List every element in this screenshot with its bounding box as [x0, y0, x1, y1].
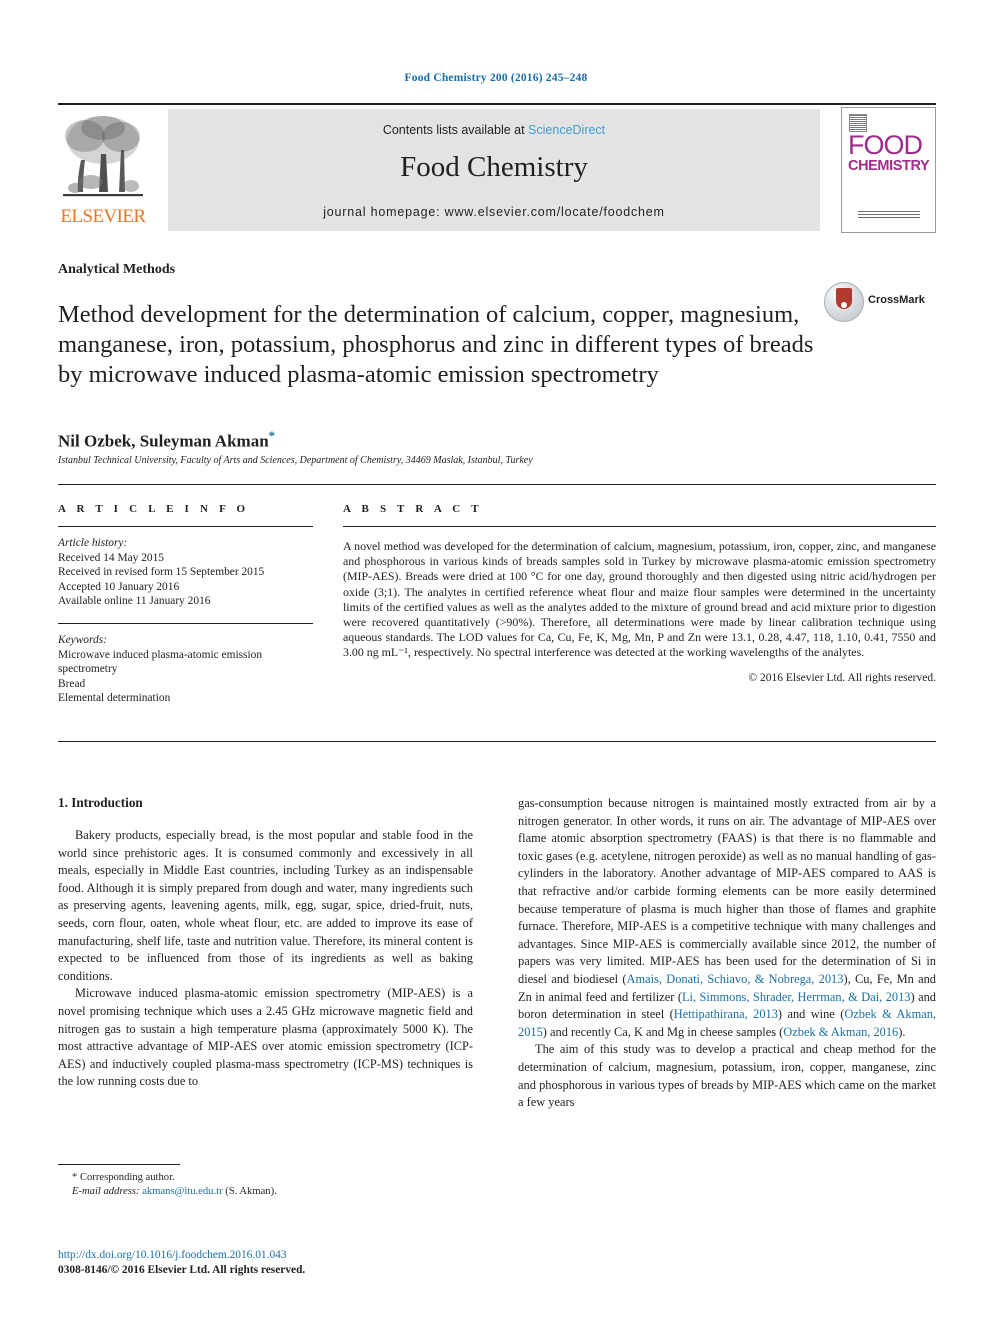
keywords-label: Keywords:: [58, 633, 107, 646]
doi-link[interactable]: http://dx.doi.org/10.1016/j.foodchem.201…: [58, 1248, 473, 1263]
history-item: Received in revised form 15 September 20…: [58, 566, 265, 579]
corresponding-author-note: * Corresponding author.: [72, 1172, 175, 1183]
body-paragraph-with-citations: gas-consumption because nitrogen is main…: [518, 795, 936, 1041]
info-bottom-rule: [58, 741, 936, 742]
sciencedirect-link[interactable]: ScienceDirect: [528, 123, 605, 137]
crossmark-circle-icon: [824, 282, 864, 322]
info-top-rule: [58, 484, 936, 485]
corresponding-author-marker: *: [268, 428, 276, 443]
elsevier-logo: ELSEVIER: [58, 110, 148, 230]
journal-title: Food Chemistry: [400, 151, 588, 183]
running-head: Food Chemistry 200 (2016) 245–248: [404, 72, 588, 84]
body-paragraph: The aim of this study was to develop a p…: [518, 1042, 936, 1110]
footnote-rule: [58, 1164, 180, 1165]
email-note: E-mail address: akmans@itu.edu.tr (S. Ak…: [58, 1185, 473, 1199]
article-info-rule: [58, 526, 313, 527]
issn-copyright-line: 0308-8146/© 2016 Elsevier Ltd. All right…: [58, 1263, 306, 1276]
history-item: Available online 11 January 2016: [58, 595, 211, 608]
citation-link[interactable]: Ozbek & Akman, 2016: [783, 1025, 898, 1039]
article-history-label: Article history:: [58, 537, 128, 549]
keyword-item: Elemental determination: [58, 692, 171, 705]
paragraph-text: ).: [898, 1024, 906, 1039]
crossmark-shield-icon: [836, 288, 852, 309]
abstract-text: A novel method was developed for the det…: [343, 539, 936, 660]
contents-lists-text: Contents lists available at: [382, 123, 529, 137]
journal-cover-thumbnail: FOOD CHEMISTRY: [841, 107, 936, 233]
author-names: Nil Ozbek, Suleyman Akman: [58, 431, 269, 451]
cover-title-food: FOOD: [848, 130, 923, 160]
keyword-item: Microwave induced plasma-atomic emission…: [58, 648, 263, 676]
elsevier-tree-icon: [63, 116, 143, 197]
footnote-block: * Corresponding author. E-mail address: …: [58, 1164, 473, 1199]
history-item: Received 14 May 2015: [58, 551, 164, 564]
email-link[interactable]: akmans@itu.edu.tr: [142, 1186, 222, 1197]
citation-link[interactable]: Amais, Donati, Schiavo, & Nobrega, 2013: [627, 972, 844, 986]
article-info-heading: A R T I C L E I N F O: [58, 503, 250, 515]
abstract-rule: [343, 526, 936, 527]
abstract-column: A B S T R A C T A novel method was devel…: [343, 503, 936, 684]
crossmark-badge[interactable]: CrossMark: [824, 282, 936, 322]
keywords-block: Keywords: Microwave induced plasma-atomi…: [58, 633, 313, 706]
abstract-heading: A B S T R A C T: [343, 503, 483, 515]
paragraph-text: ) and wine (: [777, 1007, 845, 1022]
article-history: Article history: Received 14 May 2015 Re…: [58, 536, 313, 609]
cover-footer-lines: [858, 211, 920, 220]
contents-lists-line: Contents lists available at ScienceDirec…: [168, 123, 820, 137]
email-suffix: (S. Akman).: [225, 1186, 277, 1197]
email-label: E-mail address:: [72, 1186, 140, 1197]
history-item: Accepted 10 January 2016: [58, 580, 180, 593]
introduction-heading: 1. Introduction: [58, 795, 143, 810]
paragraph-text: ) and recently Ca, K and Mg in cheese sa…: [542, 1024, 784, 1039]
author-list: Nil Ozbek, Suleyman Akman*: [58, 428, 275, 452]
paper-page: Food Chemistry 200 (2016) 245–248 ELSEVI…: [0, 0, 992, 1323]
elsevier-wordmark: ELSEVIER: [60, 206, 147, 227]
affiliation: Istanbul Technical University, Faculty o…: [58, 455, 533, 466]
keywords-rule: [58, 622, 313, 624]
body-paragraph: Microwave induced plasma-atomic emission…: [58, 986, 473, 1089]
article-info-column: A R T I C L E I N F O Article history: R…: [58, 503, 313, 706]
page-title: Method development for the determination…: [58, 301, 814, 389]
keyword-item: Bread: [58, 677, 86, 690]
citation-link[interactable]: Li, Simmons, Shrader, Herrman, & Dai, 20…: [682, 990, 911, 1004]
body-column-left: 1. Introduction Bakery products, especia…: [58, 795, 473, 1091]
body-paragraph: Bakery products, especially bread, is th…: [58, 828, 473, 983]
section-kicker: Analytical Methods: [58, 262, 176, 277]
journal-homepage[interactable]: journal homepage: www.elsevier.com/locat…: [168, 205, 820, 219]
citation-link[interactable]: Hettipathirana, 2013: [674, 1007, 778, 1021]
abstract-copyright: © 2016 Elsevier Ltd. All rights reserved…: [748, 671, 936, 684]
body-column-right: gas-consumption because nitrogen is main…: [518, 795, 936, 1112]
journal-masthead: ELSEVIER Contents lists available at Sci…: [58, 103, 936, 235]
cover-title-chemistry: CHEMISTRY: [848, 158, 930, 174]
paragraph-text: gas-consumption because nitrogen is main…: [518, 796, 936, 986]
crossmark-label: CrossMark: [868, 294, 925, 306]
journal-banner: Contents lists available at ScienceDirec…: [168, 109, 820, 231]
footer-doi-block: http://dx.doi.org/10.1016/j.foodchem.201…: [58, 1248, 473, 1277]
